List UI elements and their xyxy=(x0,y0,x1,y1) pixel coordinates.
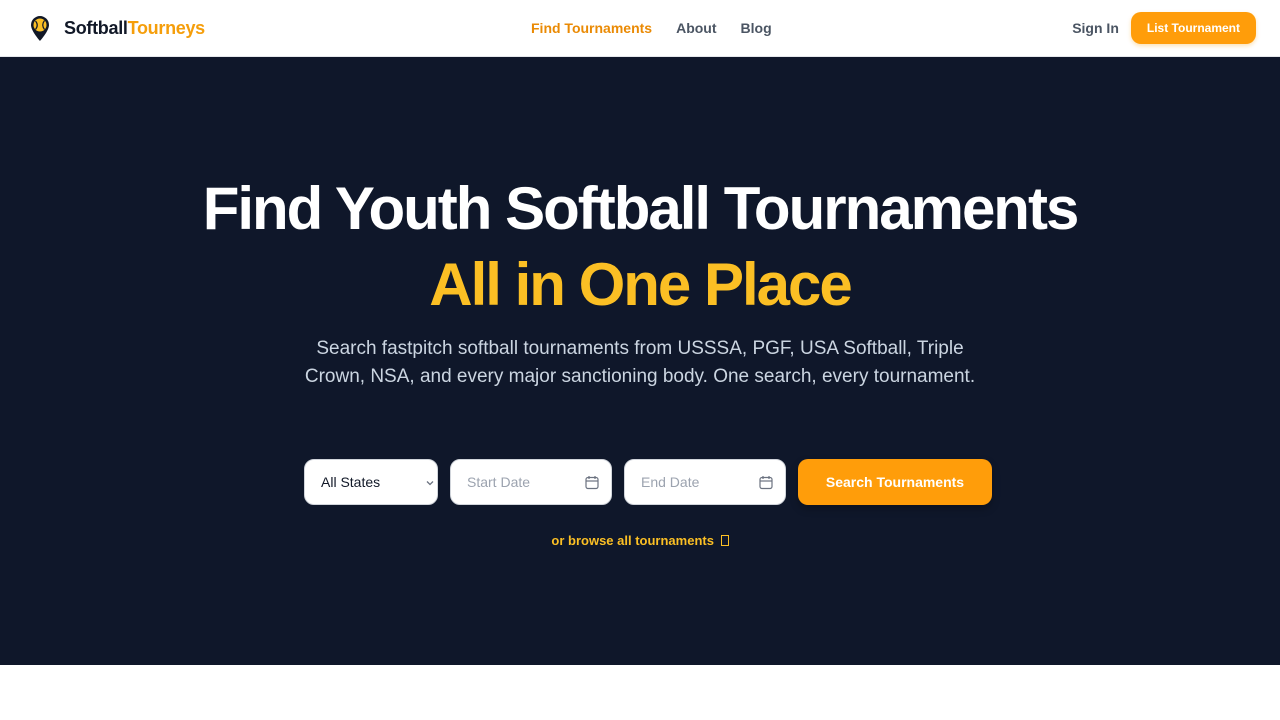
main-nav: Find Tournaments About Blog xyxy=(531,0,796,56)
nav-actions: Sign In List Tournament xyxy=(1072,12,1256,44)
brand-logo-link[interactable]: SoftballTourneys xyxy=(28,14,205,42)
top-navbar: SoftballTourneys Find Tournaments About … xyxy=(0,0,1280,57)
hero-title: Find Youth Softball Tournaments xyxy=(202,175,1080,242)
nav-find-tournaments[interactable]: Find Tournaments xyxy=(531,20,652,36)
chevron-down-icon xyxy=(426,481,434,486)
sign-in-link[interactable]: Sign In xyxy=(1072,20,1119,36)
browse-all-link[interactable]: or browse all tournaments xyxy=(0,533,1280,548)
hero-section: Find Youth Softball Tournaments All in O… xyxy=(0,57,1280,665)
state-select-value: All States xyxy=(321,474,381,490)
nav-about[interactable]: About xyxy=(676,20,716,36)
start-date-input[interactable]: Start Date xyxy=(450,459,612,505)
softball-pin-icon xyxy=(31,16,49,41)
brand-name: SoftballTourneys xyxy=(64,18,205,39)
end-date-input[interactable]: End Date xyxy=(624,459,786,505)
brand-name-accent: Tourneys xyxy=(127,17,206,38)
tournament-search-form: All States Start Date End Date Search To… xyxy=(304,459,992,505)
hero-title-highlight: All in One Place xyxy=(429,251,853,318)
browse-all-label: or browse all tournaments xyxy=(551,533,714,548)
list-tournament-button[interactable]: List Tournament xyxy=(1130,12,1256,44)
end-date-placeholder: End Date xyxy=(641,474,700,490)
calendar-icon[interactable] xyxy=(759,475,773,490)
arrow-right-icon xyxy=(720,535,729,546)
search-tournaments-button[interactable]: Search Tournaments xyxy=(798,459,992,505)
start-date-placeholder: Start Date xyxy=(467,474,531,490)
hero-subtitle: Search fastpitch softball tournaments fr… xyxy=(304,338,976,387)
nav-blog[interactable]: Blog xyxy=(741,20,772,36)
calendar-icon[interactable] xyxy=(585,475,599,490)
brand-name-primary: Softball xyxy=(64,17,128,38)
state-select[interactable]: All States xyxy=(304,459,438,505)
